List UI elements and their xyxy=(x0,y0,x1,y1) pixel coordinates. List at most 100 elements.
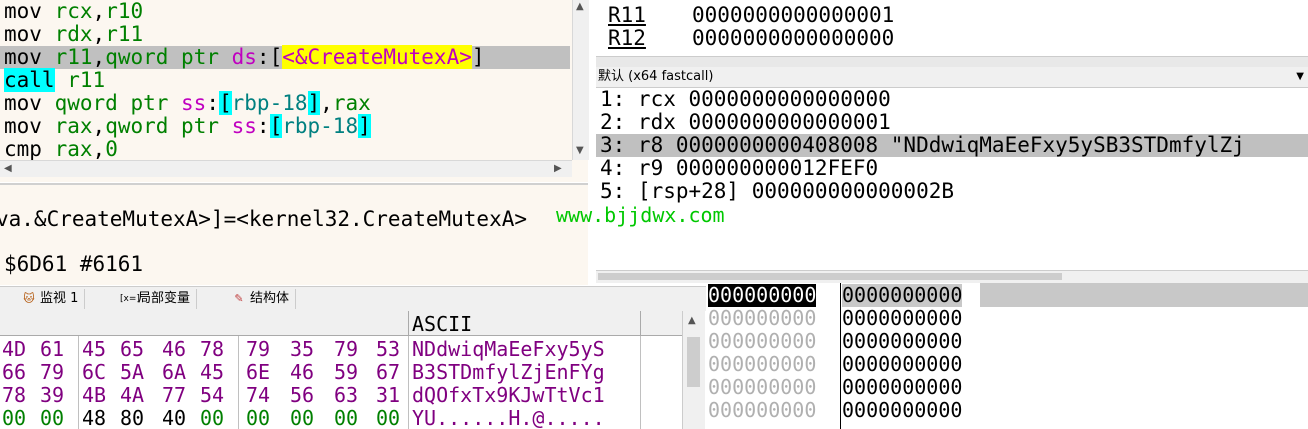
scroll-up-arrow-icon[interactable]: ▲ xyxy=(688,315,696,326)
hex-byte[interactable]: 79 xyxy=(246,338,270,361)
stack-address[interactable]: 000000000 xyxy=(708,307,816,330)
ascii-text[interactable]: dQOfxTx9KJwTtVc1 xyxy=(412,384,605,407)
dropdown-arrow-icon[interactable]: ▼ xyxy=(1296,67,1304,87)
scrollbar-thumb[interactable] xyxy=(687,337,700,387)
stack-value[interactable]: 0000000000 xyxy=(842,399,962,422)
instruction-mnemonic: mov xyxy=(4,22,42,46)
register-name[interactable]: R12 xyxy=(608,27,646,50)
hex-byte[interactable]: 65 xyxy=(120,338,144,361)
hex-byte[interactable]: 4B xyxy=(82,384,106,407)
disasm-line[interactable]: call r11 xyxy=(4,68,105,92)
hex-byte[interactable]: 6C xyxy=(82,361,106,384)
register-name[interactable]: R11 xyxy=(608,4,646,27)
hex-byte[interactable]: 78 xyxy=(200,338,224,361)
hex-byte[interactable]: 00 xyxy=(334,407,358,429)
stack-value[interactable]: 0000000000 xyxy=(842,284,963,307)
call-arguments-horizontal-scrollbar[interactable] xyxy=(596,270,1308,283)
hex-byte[interactable]: 66 xyxy=(2,361,26,384)
scroll-up-arrow-icon[interactable]: ▲ xyxy=(576,1,584,12)
stack-value[interactable]: 0000000000 xyxy=(842,376,962,399)
instruction-operand: , xyxy=(92,45,106,69)
hex-byte[interactable]: 74 xyxy=(246,384,270,407)
stack-address[interactable]: 000000000 xyxy=(708,376,816,399)
stack-pane[interactable]: 000000000 0000000000 000000000 0000000000 00… xyxy=(706,283,1308,429)
hex-byte[interactable]: 45 xyxy=(200,361,224,384)
scroll-down-arrow-icon[interactable]: ▼ xyxy=(576,145,584,156)
tab-locals[interactable]: [x=]局部变量 xyxy=(114,289,198,309)
stack-address[interactable]: 000000000 xyxy=(708,399,816,422)
hex-byte[interactable]: 5A xyxy=(120,361,144,384)
hex-byte[interactable]: 45 xyxy=(82,338,106,361)
scroll-right-arrow-icon[interactable]: ▶ xyxy=(554,163,562,174)
hex-byte[interactable]: 79 xyxy=(334,338,358,361)
stack-value[interactable]: 0000000000 xyxy=(842,307,962,330)
disasm-line[interactable]: mov rcx,r10 xyxy=(4,0,143,23)
stack-address[interactable]: 000000000 xyxy=(708,353,816,376)
hex-byte[interactable]: 00 xyxy=(376,407,400,429)
hex-byte[interactable]: 53 xyxy=(376,338,400,361)
instruction-operand: qword ptr xyxy=(105,45,232,69)
register-value[interactable]: 0000000000000000 xyxy=(692,27,894,50)
hex-byte[interactable]: 46 xyxy=(290,361,314,384)
ascii-column-header[interactable]: ASCII xyxy=(412,313,472,335)
hex-byte[interactable]: 6A xyxy=(162,361,186,384)
disasm-line[interactable]: mov rax,qword ptr ss:[rbp-18] xyxy=(4,114,371,138)
hex-byte[interactable]: 56 xyxy=(290,384,314,407)
call-argument-line[interactable]: 4: r9 000000000012FEF0 xyxy=(596,157,1308,180)
stack-value[interactable]: 0000000000 xyxy=(842,353,962,376)
hex-byte[interactable]: 79 xyxy=(40,361,64,384)
dump-row[interactable]: 78 39 4B 4A 77 54 74 56 63 31 dQOfxTx9KJwTtVc1 xyxy=(0,384,680,407)
hex-byte[interactable]: 61 xyxy=(40,338,64,361)
disasm-line[interactable]: mov r11,qword ptr ds:[<&CreateMutexA>] xyxy=(0,45,570,69)
hex-byte[interactable]: 78 xyxy=(2,384,26,407)
instruction-operand: 0 xyxy=(105,137,118,161)
tab-watch-1[interactable]: 🐱 监视 1 xyxy=(16,289,86,309)
hex-byte[interactable]: 40 xyxy=(162,407,186,429)
hex-byte[interactable]: 63 xyxy=(334,384,358,407)
disasm-line[interactable]: mov qword ptr ss:[rbp-18],rax xyxy=(4,91,371,115)
hex-byte[interactable]: 4A xyxy=(120,384,144,407)
dump-vertical-scrollbar[interactable]: ▲ xyxy=(682,311,705,429)
disassembly-horizontal-scrollbar[interactable]: ◀ ▶ xyxy=(0,160,572,177)
hex-byte[interactable]: 00 xyxy=(200,407,224,429)
hex-byte[interactable]: 67 xyxy=(376,361,400,384)
scroll-left-arrow-icon[interactable]: ◀ xyxy=(4,163,12,174)
disasm-line[interactable]: cmp rax,0 xyxy=(4,138,118,161)
hex-byte[interactable]: 4D xyxy=(2,338,26,361)
hex-byte[interactable]: 54 xyxy=(200,384,224,407)
stack-address[interactable]: 000000000 xyxy=(708,284,817,307)
hex-byte[interactable]: 35 xyxy=(290,338,314,361)
tab-structs[interactable]: ✎ 结构体 xyxy=(226,289,297,309)
ascii-text[interactable]: B3STDmfylZjEnFYg xyxy=(412,361,605,384)
hex-byte[interactable]: 6E xyxy=(246,361,270,384)
scrollbar-thumb[interactable] xyxy=(598,273,1062,280)
disassembly-pane[interactable]: mov rcx,r10 mov rdx,r11 mov r11,qword ptr … xyxy=(0,0,588,182)
hex-byte[interactable]: 00 xyxy=(290,407,314,429)
calling-convention-label[interactable]: 默认 (x64 fastcall) xyxy=(598,67,713,87)
ascii-text[interactable]: YU......H.@..... xyxy=(412,407,605,429)
hex-byte[interactable]: 00 xyxy=(40,407,64,429)
dump-row[interactable]: 66 79 6C 5A 6A 45 6E 46 59 67 B3STDmfylZjEnFYg xyxy=(0,361,680,384)
registers-horizontal-scrollbar[interactable] xyxy=(596,56,1308,67)
dump-row[interactable]: 4D 61 45 65 46 78 79 35 79 53 NDdwiqMaEeFxy5yS xyxy=(0,338,680,361)
call-argument-line[interactable]: 3: r8 0000000000408008 "NDdwiqMaEeFxy5yS… xyxy=(596,134,1308,157)
hex-byte[interactable]: 00 xyxy=(2,407,26,429)
hex-byte[interactable]: 59 xyxy=(334,361,358,384)
hex-byte[interactable]: 77 xyxy=(162,384,186,407)
hex-byte[interactable]: 31 xyxy=(376,384,400,407)
call-argument-line[interactable]: 1: rcx 0000000000000000 xyxy=(596,88,1308,111)
register-value[interactable]: 0000000000000001 xyxy=(692,4,894,27)
hex-byte[interactable]: 48 xyxy=(82,407,106,429)
hex-byte[interactable]: 39 xyxy=(40,384,64,407)
ascii-text[interactable]: NDdwiqMaEeFxy5yS xyxy=(412,338,605,361)
hex-byte[interactable]: 46 xyxy=(162,338,186,361)
stack-address[interactable]: 000000000 xyxy=(708,330,816,353)
call-argument-line[interactable]: 5: [rsp+28] 000000000000002B xyxy=(596,180,1308,203)
hex-byte[interactable]: 00 xyxy=(246,407,270,429)
disassembly-vertical-scrollbar[interactable]: ▲ ▼ xyxy=(572,0,589,160)
dump-row[interactable]: 00 00 48 80 40 00 00 00 00 00 YU......H.@..... xyxy=(0,407,680,429)
hex-byte[interactable]: 80 xyxy=(120,407,144,429)
disasm-line[interactable]: mov rdx,r11 xyxy=(4,23,143,46)
call-argument-line[interactable]: 2: rdx 0000000000000001 xyxy=(596,111,1308,134)
stack-value[interactable]: 0000000000 xyxy=(842,330,962,353)
